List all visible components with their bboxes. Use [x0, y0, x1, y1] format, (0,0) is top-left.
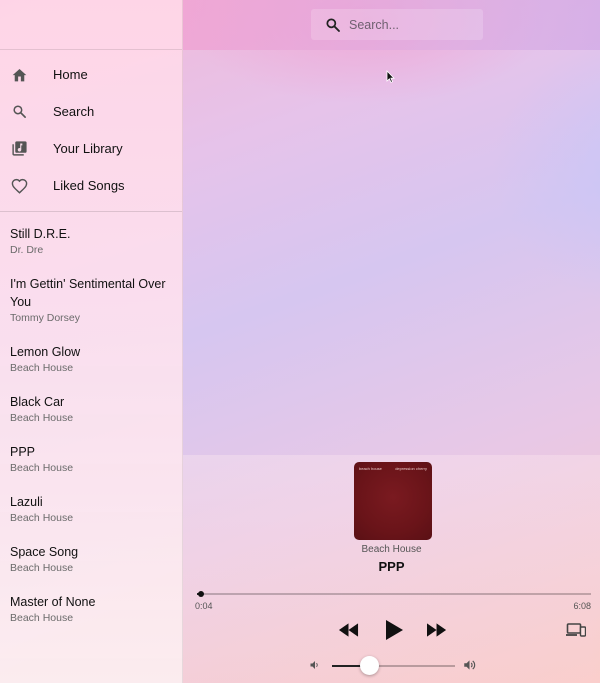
track-artist: Beach House	[10, 362, 74, 374]
devices-button[interactable]	[566, 623, 586, 637]
volume-handle[interactable]	[359, 656, 379, 675]
mouse-cursor-icon	[386, 70, 395, 88]
devices-icon	[566, 623, 586, 637]
track-item[interactable]: Lemon Glow Beach House	[0, 343, 182, 374]
track-title: Space Song	[10, 545, 79, 559]
album-art-band-text: beach house	[359, 466, 382, 471]
track-item[interactable]: Still D.R.E. Dr. Dre	[0, 225, 182, 256]
main-nav: Home Search Your Library Liked Songs	[0, 50, 182, 212]
track-item[interactable]: I'm Gettin' Sentimental Over You Tommy D…	[0, 275, 182, 324]
track-artist: Beach House	[10, 412, 74, 424]
top-bar	[183, 0, 600, 50]
search-icon	[10, 103, 28, 121]
heart-icon	[10, 177, 28, 195]
track-item[interactable]: PPP Beach House	[0, 443, 182, 474]
next-button[interactable]	[427, 623, 448, 637]
nav-item-search[interactable]: Search	[0, 93, 182, 130]
track-title: I'm Gettin' Sentimental Over You	[10, 277, 166, 309]
nav-item-library[interactable]: Your Library	[0, 130, 182, 167]
nav-item-label: Search	[53, 104, 95, 119]
track-item[interactable]: Master of None Beach House	[0, 593, 182, 624]
sidebar-header	[0, 0, 182, 50]
volume-low-icon[interactable]	[309, 659, 321, 671]
search-input[interactable]	[349, 17, 469, 32]
track-title: Lemon Glow	[10, 345, 81, 359]
home-icon	[10, 66, 28, 84]
album-art-album-text: depression cherry	[395, 466, 427, 471]
now-playing-title[interactable]: PPP	[183, 559, 600, 574]
nav-item-liked-songs[interactable]: Liked Songs	[0, 167, 182, 204]
volume-slider[interactable]	[332, 656, 455, 675]
now-playing-artist[interactable]: Beach House	[183, 544, 600, 555]
track-artist: Tommy Dorsey	[10, 312, 81, 324]
play-button[interactable]	[385, 620, 403, 640]
now-playing-bar: beach house depression cherry Beach Hous…	[183, 455, 600, 683]
track-artist: Beach House	[10, 562, 74, 574]
track-artist: Beach House	[10, 462, 74, 474]
rewind-icon	[338, 623, 359, 637]
previous-button[interactable]	[338, 623, 359, 637]
time-total: 6:08	[573, 601, 591, 611]
track-title: Master of None	[10, 595, 96, 609]
track-item[interactable]: Space Song Beach House	[0, 543, 182, 574]
track-title: Black Car	[10, 395, 65, 409]
search-box[interactable]	[311, 9, 483, 40]
library-icon	[10, 140, 28, 158]
time-elapsed: 0:04	[195, 601, 213, 611]
search-icon	[325, 17, 341, 33]
track-artist: Beach House	[10, 612, 74, 624]
nav-item-label: Your Library	[53, 141, 123, 156]
nav-item-label: Home	[53, 67, 88, 82]
progress-bar[interactable]	[197, 591, 591, 597]
sidebar: Home Search Your Library Liked Songs Sti…	[0, 0, 183, 683]
track-item[interactable]: Black Car Beach House	[0, 393, 182, 424]
track-list: Still D.R.E. Dr. Dre I'm Gettin' Sentime…	[0, 212, 182, 624]
progress-handle[interactable]	[198, 591, 205, 597]
nav-item-home[interactable]: Home	[0, 56, 182, 93]
track-item[interactable]: Lazuli Beach House	[0, 493, 182, 524]
fast-forward-icon	[427, 623, 447, 637]
nav-item-label: Liked Songs	[53, 178, 125, 193]
track-title: Still D.R.E.	[10, 227, 71, 241]
track-artist: Dr. Dre	[10, 244, 44, 256]
track-title: Lazuli	[10, 495, 43, 509]
volume-high-icon[interactable]	[462, 658, 477, 672]
track-artist: Beach House	[10, 512, 74, 524]
track-title: PPP	[10, 445, 36, 459]
album-art[interactable]: beach house depression cherry	[354, 462, 432, 540]
play-icon	[386, 620, 403, 640]
